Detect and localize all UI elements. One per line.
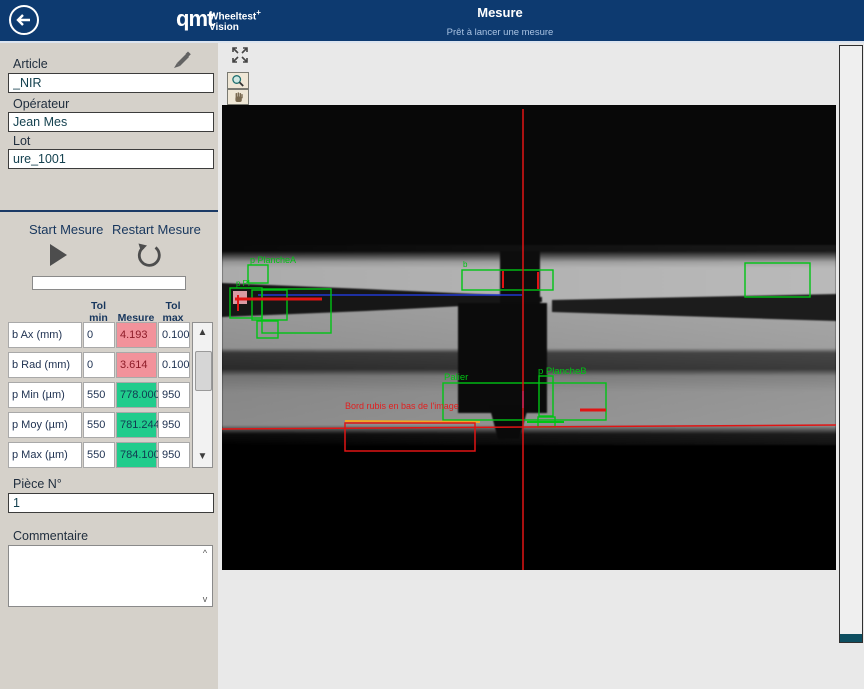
scroll-thumb[interactable] <box>195 351 212 391</box>
article-input[interactable] <box>8 73 214 93</box>
viewer-area: p PlancheA p Pl b Palier p PlancheB Bord… <box>218 43 864 689</box>
bord-rubis-label: Bord rubis en bas de l'image <box>345 401 459 411</box>
control-sidebar: Article Opérateur Lot Start Mesure Resta… <box>0 43 218 689</box>
row-mesure: 3.614 <box>116 352 157 378</box>
zoom-tool-button[interactable] <box>227 72 249 89</box>
row-max: 950 <box>158 412 190 438</box>
row-name: p Max (µm) <box>8 442 82 468</box>
row-min: 550 <box>83 382 115 408</box>
lot-input[interactable] <box>8 149 214 169</box>
row-max: 0.100 <box>158 352 190 378</box>
row-mesure: 784.100 <box>116 442 157 468</box>
palier-label: Palier <box>444 372 468 383</box>
row-max: 950 <box>158 382 190 408</box>
row-name: b Rad (mm) <box>8 352 82 378</box>
edit-pencil-icon[interactable] <box>171 46 195 75</box>
logo-line2: Vision <box>209 22 261 33</box>
logo-line1: Wheeltest <box>209 11 256 22</box>
pan-tool-button[interactable] <box>227 89 249 105</box>
commentaire-label: Commentaire <box>13 529 88 543</box>
row-min: 0 <box>83 322 115 348</box>
article-label: Article <box>13 57 48 71</box>
row-mesure: 781.244 <box>116 412 157 438</box>
annotation-overlay: p PlancheA p Pl b Palier p PlancheB Bord… <box>222 105 836 570</box>
magnifier-icon <box>231 74 245 88</box>
col-tol-min-header: Tol <box>83 300 114 312</box>
row-max: 950 <box>158 442 190 468</box>
lot-label: Lot <box>13 134 30 148</box>
scroll-down-icon[interactable]: ▼ <box>193 447 212 467</box>
planche-a-small-label: p Pl <box>236 279 250 288</box>
red-measure-marks <box>235 271 606 410</box>
edge-detect-line <box>222 425 836 429</box>
scroll-up-icon[interactable]: ▲ <box>193 323 212 343</box>
fit-expand-icon[interactable] <box>231 46 249 69</box>
row-max: 0.100 <box>158 322 190 348</box>
commentaire-textarea[interactable] <box>8 545 213 607</box>
b-mark-label: b <box>463 260 468 269</box>
status-text: Prêt à lancer une mesure <box>380 27 620 38</box>
app-logo-sub: Wheeltest+ Vision <box>209 7 261 33</box>
back-arrow-icon <box>11 7 37 33</box>
textarea-scroll-down-icon[interactable]: v <box>199 594 211 604</box>
planche-a-label: p PlancheA <box>250 255 296 265</box>
right-panel-handle[interactable] <box>840 634 862 642</box>
back-button[interactable] <box>9 5 39 35</box>
operateur-input[interactable] <box>8 112 214 132</box>
piece-label: Pièce N° <box>13 477 62 491</box>
piece-input[interactable] <box>8 493 214 513</box>
row-mesure: 4.193 <box>116 322 157 348</box>
hand-icon <box>232 91 245 104</box>
right-side-panel[interactable] <box>839 45 863 643</box>
logo-plus: + <box>256 8 261 17</box>
restart-mesure-button[interactable]: Restart Mesure <box>112 222 201 237</box>
camera-viewport[interactable]: p PlancheA p Pl b Palier p PlancheB Bord… <box>222 105 836 570</box>
section-divider <box>0 210 218 212</box>
textarea-scroll-up-icon[interactable]: ^ <box>199 548 211 558</box>
orange-fit-line <box>345 421 480 422</box>
planche-b-label: p PlancheB <box>538 366 587 377</box>
restart-icon[interactable] <box>134 240 164 275</box>
row-min: 550 <box>83 412 115 438</box>
app-header: qmt Wheeltest+ Vision Mesure Prêt à lanc… <box>0 0 864 43</box>
row-min: 550 <box>83 442 115 468</box>
green-roi-center <box>443 263 810 427</box>
row-name: p Moy (µm) <box>8 412 82 438</box>
page-title: Mesure <box>380 5 620 20</box>
table-scrollbar[interactable]: ▲ ▼ <box>192 322 213 468</box>
row-name: b Ax (mm) <box>8 322 82 348</box>
row-mesure: 778.000 <box>116 382 157 408</box>
row-min: 0 <box>83 352 115 378</box>
start-mesure-button[interactable]: Start Mesure <box>29 222 103 237</box>
app-logo: qmt <box>176 6 213 32</box>
col-tol-max-header: Tol <box>157 300 189 312</box>
row-name: p Min (µm) <box>8 382 82 408</box>
progress-bar <box>32 276 186 290</box>
operateur-label: Opérateur <box>13 97 69 111</box>
play-icon[interactable] <box>50 244 67 266</box>
